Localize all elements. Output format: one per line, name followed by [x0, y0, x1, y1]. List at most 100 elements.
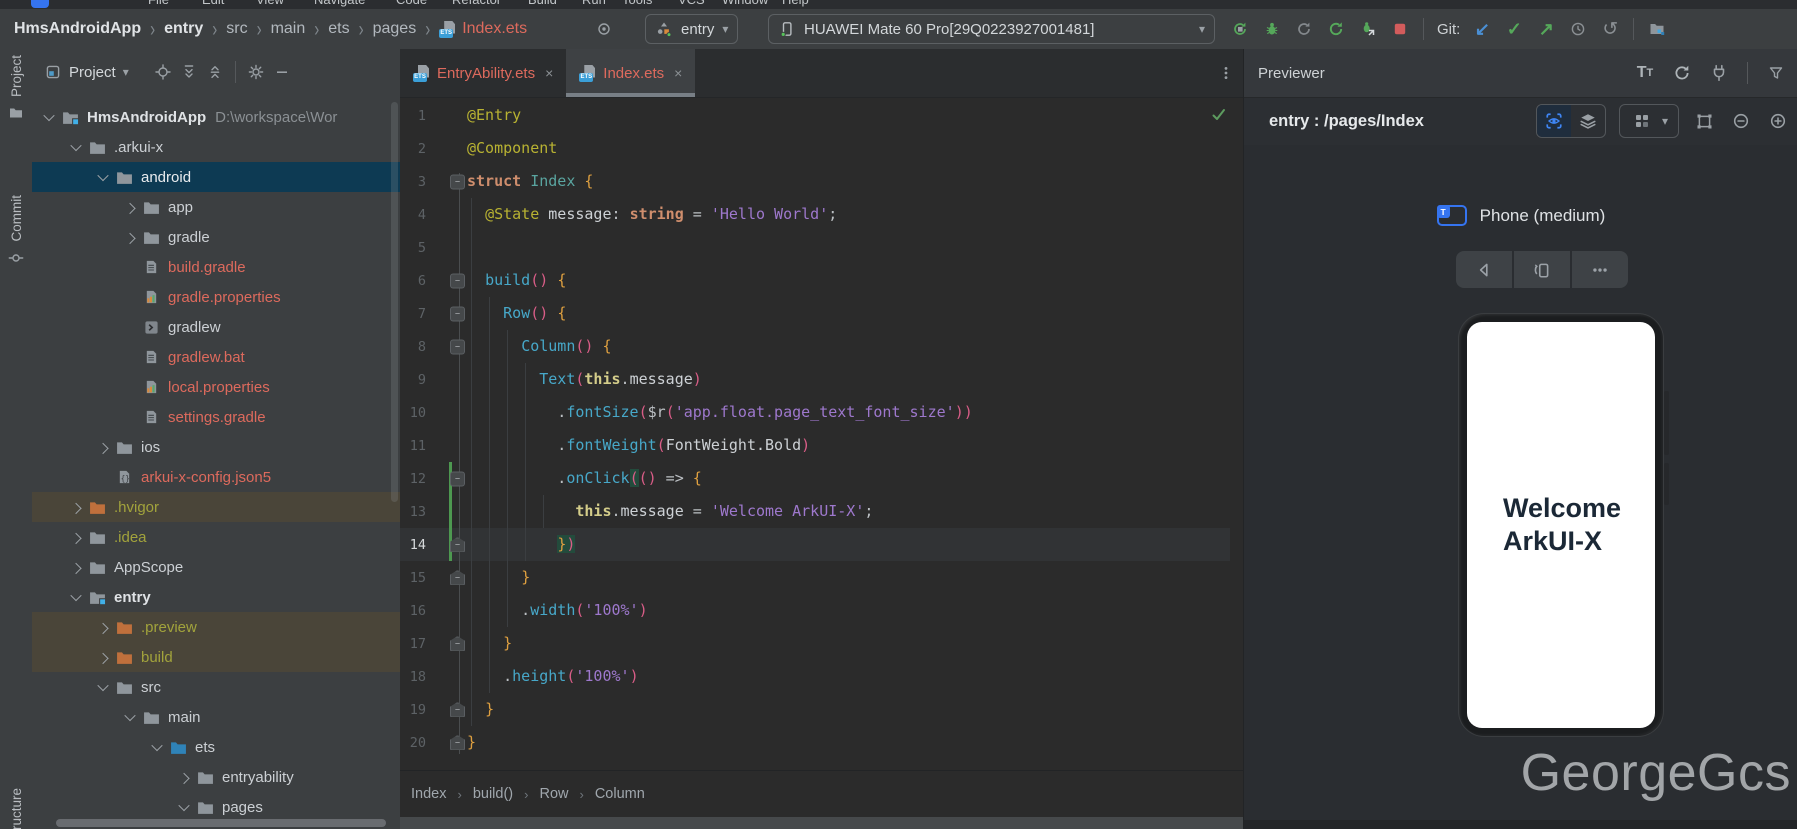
frame-icon[interactable]: [1692, 109, 1716, 133]
menu-item-help[interactable]: Help: [782, 0, 809, 7]
git-history-icon[interactable]: [1566, 17, 1590, 41]
locate-icon[interactable]: [592, 17, 616, 41]
breadcrumb-item[interactable]: src: [226, 20, 247, 38]
tree-row[interactable]: gradlew: [32, 312, 400, 342]
fold-marker-icon[interactable]: −: [450, 735, 465, 750]
tree-row[interactable]: build: [32, 642, 400, 672]
fold-marker-icon[interactable]: −: [450, 273, 465, 288]
fold-marker-icon[interactable]: −: [450, 306, 465, 321]
fold-marker-icon[interactable]: −: [450, 537, 465, 552]
breadcrumb-item[interactable]: ets: [328, 20, 349, 38]
tree-chevron[interactable]: [67, 559, 84, 576]
breadcrumb-item[interactable]: HmsAndroidApp: [14, 20, 141, 38]
funnel-icon[interactable]: [1764, 61, 1788, 85]
menu-item-edit[interactable]: Edit: [202, 0, 224, 7]
refresh-icon[interactable]: [1670, 61, 1694, 85]
tab-close-icon[interactable]: ×: [674, 65, 682, 81]
debug-icon[interactable]: [1260, 17, 1284, 41]
menu-item-run[interactable]: Run: [582, 0, 606, 7]
rerun-failed-icon[interactable]: [1356, 17, 1380, 41]
git-rollback-icon[interactable]: ↺: [1598, 17, 1622, 41]
tree-row[interactable]: .idea: [32, 522, 400, 552]
tree-row[interactable]: src: [32, 672, 400, 702]
line-number[interactable]: 9: [400, 372, 426, 388]
gear-icon[interactable]: [247, 63, 265, 81]
breadcrumb-item[interactable]: pages: [373, 20, 417, 38]
tree-chevron[interactable]: [94, 169, 111, 186]
line-number[interactable]: 10: [400, 405, 426, 421]
line-number[interactable]: 7: [400, 306, 426, 322]
line-number[interactable]: 15: [400, 570, 426, 586]
line-number[interactable]: 8: [400, 339, 426, 355]
line-number[interactable]: 4: [400, 207, 426, 223]
stripe-tab-structure[interactable]: Structure: [0, 788, 32, 829]
tree-chevron[interactable]: [94, 439, 111, 456]
line-number[interactable]: 2: [400, 141, 426, 157]
tree-row[interactable]: gradle: [32, 222, 400, 252]
breadcrumb-item-file[interactable]: ETS Index.ets: [439, 20, 527, 38]
plug-icon[interactable]: [1707, 61, 1731, 85]
menu-item-tools[interactable]: Tools: [622, 0, 652, 7]
tree-chevron[interactable]: [67, 529, 84, 546]
editor-breadcrumb-item[interactable]: Row: [539, 786, 568, 802]
tree-chevron[interactable]: [175, 799, 192, 816]
editor-tab-index-ets[interactable]: ETS Index.ets ×: [566, 49, 696, 97]
fold-marker-icon[interactable]: −: [450, 570, 465, 585]
tree-chevron[interactable]: [40, 109, 57, 126]
tree-row[interactable]: pages: [32, 792, 400, 822]
nav-back-button[interactable]: [1456, 251, 1512, 288]
line-number[interactable]: 17: [400, 636, 426, 652]
tree-row[interactable]: entryability: [32, 762, 400, 792]
editor-breadcrumb-item[interactable]: Column: [595, 786, 645, 802]
layout-select[interactable]: ▾: [1618, 104, 1679, 138]
tree-chevron[interactable]: [175, 769, 192, 786]
fold-marker-icon[interactable]: −: [450, 339, 465, 354]
stripe-tab-project[interactable]: Project: [0, 55, 32, 122]
menu-item-view[interactable]: View: [256, 0, 284, 7]
tree-row[interactable]: main: [32, 702, 400, 732]
menu-item-vcs[interactable]: VCS: [678, 0, 705, 7]
tree-chevron[interactable]: [67, 139, 84, 156]
phone-preview-screen[interactable]: Welcome ArkUI-X: [1467, 322, 1655, 728]
tree-chevron[interactable]: [67, 499, 84, 516]
layers-mode-button[interactable]: [1571, 105, 1605, 137]
tree-chevron[interactable]: [121, 229, 138, 246]
menu-item-file[interactable]: File: [148, 0, 169, 7]
collapse-all-icon[interactable]: [206, 63, 224, 81]
line-number[interactable]: 18: [400, 669, 426, 685]
tree-row[interactable]: AppScope: [32, 552, 400, 582]
tree-row[interactable]: app: [32, 192, 400, 222]
fold-marker-icon[interactable]: −: [450, 174, 465, 189]
tree-row[interactable]: .arkui-x: [32, 132, 400, 162]
inspections-ok-icon[interactable]: [1211, 107, 1227, 123]
crosshair-icon[interactable]: [154, 63, 172, 81]
tree-row[interactable]: entry: [32, 582, 400, 612]
tree-chevron[interactable]: [121, 709, 138, 726]
module-selector[interactable]: entry ▾: [645, 14, 739, 44]
font-size-icon[interactable]: TT: [1633, 61, 1657, 85]
tree-chevron[interactable]: [94, 649, 111, 666]
line-number[interactable]: 12: [400, 471, 426, 487]
tree-row[interactable]: gradle.properties: [32, 282, 400, 312]
menu-item-refactor[interactable]: Refactor: [452, 0, 501, 7]
project-view-title[interactable]: Project: [69, 64, 116, 81]
restart-icon[interactable]: [1324, 17, 1348, 41]
tree-row[interactable]: ios: [32, 432, 400, 462]
tree-row[interactable]: HmsAndroidApp D:\workspace\Wor: [32, 102, 400, 132]
menu-item-build[interactable]: Build: [528, 0, 557, 7]
tree-row[interactable]: android: [32, 162, 400, 192]
changes-folder-icon[interactable]: [1645, 17, 1669, 41]
tree-horizontal-scrollbar[interactable]: [56, 819, 386, 827]
line-number[interactable]: 20: [400, 735, 426, 751]
tree-vertical-scrollbar[interactable]: [391, 102, 398, 502]
tree-row[interactable]: gradlew.bat: [32, 342, 400, 372]
menu-item-navigate[interactable]: Navigate: [314, 0, 365, 7]
fold-marker-icon[interactable]: −: [450, 702, 465, 717]
tree-chevron[interactable]: [94, 619, 111, 636]
tree-chevron[interactable]: [94, 679, 111, 696]
editor-tab-entryability-ets[interactable]: ETS EntryAbility.ets ×: [400, 49, 566, 97]
stop-icon[interactable]: [1388, 17, 1412, 41]
line-number[interactable]: 16: [400, 603, 426, 619]
nav-rotate-button[interactable]: [1514, 251, 1570, 288]
line-number[interactable]: 14: [400, 537, 426, 553]
